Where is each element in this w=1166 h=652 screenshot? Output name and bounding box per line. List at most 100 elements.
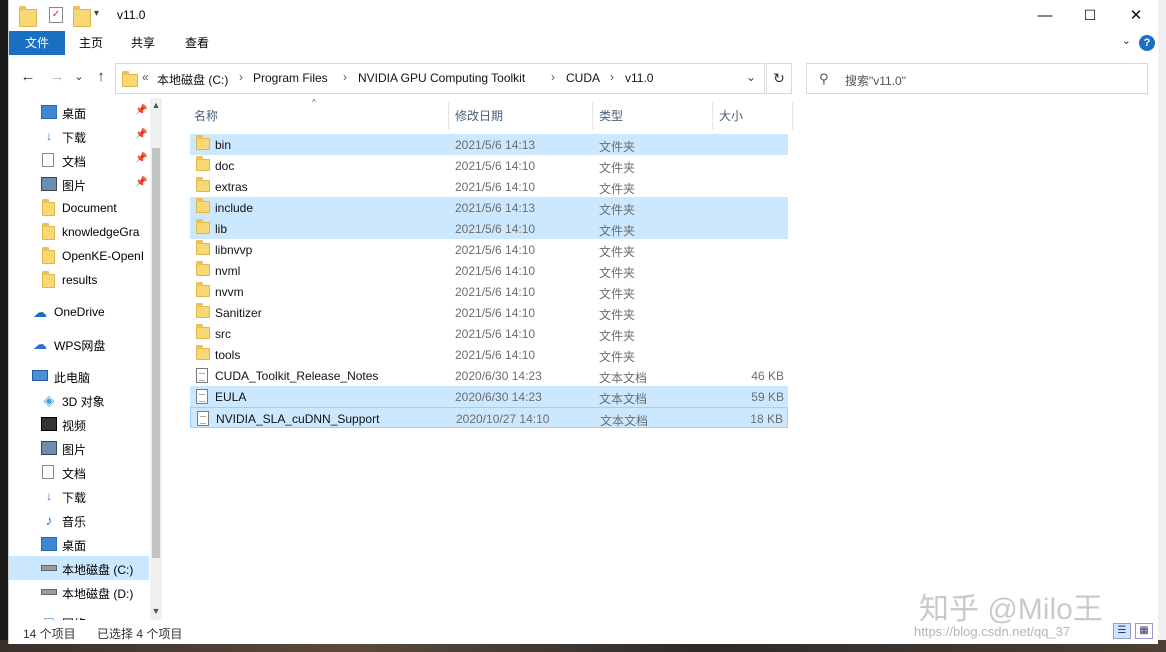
customize-toolbar-icon[interactable]: ▾	[94, 8, 112, 26]
chevron-right-icon[interactable]: ›	[239, 70, 243, 84]
tab-view[interactable]: 查看	[171, 31, 223, 55]
sidebar-item-onedrive[interactable]: ☁ OneDrive	[9, 300, 149, 324]
search-box[interactable]: ⚲ 搜索"v11.0"	[806, 63, 1148, 94]
table-row[interactable]: EULA 2020/6/30 14:23 文本文档 59 KB	[190, 386, 788, 407]
sidebar-item-3d-objects[interactable]: ◈ 3D 对象	[9, 388, 149, 412]
sidebar-item-pictures-pc[interactable]: 图片	[9, 436, 149, 460]
properties-icon[interactable]: ✓	[49, 7, 63, 23]
sidebar-item-videos[interactable]: 视频	[9, 412, 149, 436]
folder-icon	[19, 6, 37, 27]
table-row[interactable]: tools 2021/5/6 14:10 文件夹	[190, 344, 788, 365]
minimize-button[interactable]: —	[1022, 0, 1068, 31]
file-name: NVIDIA_SLA_cuDNN_Support	[216, 412, 380, 426]
table-row[interactable]: src 2021/5/6 14:10 文件夹	[190, 323, 788, 344]
folder-icon	[42, 223, 55, 240]
details-view-icon[interactable]: ☰	[1113, 623, 1131, 639]
folder-icon	[196, 198, 210, 213]
drive-icon	[41, 565, 57, 571]
table-row[interactable]: NVIDIA_SLA_cuDNN_Support 2020/10/27 14:10…	[190, 407, 788, 428]
pin-icon[interactable]: 📌	[135, 153, 147, 164]
sidebar-item-wps-cloud[interactable]: ☁ WPS网盘	[9, 332, 149, 356]
sidebar-item-network[interactable]: ▣ 网络	[9, 610, 149, 620]
sidebar-item-desktop[interactable]: 桌面 📌	[9, 100, 149, 124]
tab-file[interactable]: 文件	[9, 31, 65, 55]
column-divider[interactable]	[448, 102, 449, 130]
sidebar-item-downloads-pc[interactable]: ↓ 下载	[9, 484, 149, 508]
pin-icon[interactable]: 📌	[135, 177, 147, 188]
scroll-up-icon[interactable]: ▲	[151, 100, 161, 110]
sidebar-item-document-folder[interactable]: Document	[9, 196, 149, 220]
column-divider[interactable]	[712, 102, 713, 130]
watermark-url: https://blog.csdn.net/qq_37	[914, 624, 1071, 639]
address-bar[interactable]: « 本地磁盘 (C:) › Program Files › NVIDIA GPU…	[115, 63, 765, 94]
column-header-size[interactable]: 大小	[719, 104, 743, 128]
sidebar-item-this-pc[interactable]: 此电脑	[9, 364, 149, 388]
sidebar-item-knowledgegra[interactable]: knowledgeGra	[9, 220, 149, 244]
table-row[interactable]: extras 2021/5/6 14:10 文件夹	[190, 176, 788, 197]
sidebar-item-openke[interactable]: OpenKE-OpenI	[9, 244, 149, 268]
file-name: libnvvp	[215, 243, 253, 257]
table-row[interactable]: CUDA_Toolkit_Release_Notes 2020/6/30 14:2…	[190, 365, 788, 386]
forward-button[interactable]: →	[47, 67, 67, 87]
text-file-icon	[197, 411, 209, 426]
chevron-right-icon[interactable]: ›	[343, 70, 347, 84]
column-header-type[interactable]: 类型	[599, 104, 623, 128]
help-icon[interactable]: ?	[1139, 35, 1155, 51]
new-folder-icon[interactable]	[73, 6, 91, 27]
breadcrumb-program-files[interactable]: Program Files	[253, 71, 328, 85]
chevron-right-icon[interactable]: ›	[610, 70, 614, 84]
pictures-icon	[41, 177, 57, 191]
expand-ribbon-icon[interactable]: ⌄	[1122, 34, 1131, 47]
breadcrumb-overflow[interactable]: «	[142, 70, 149, 84]
scroll-down-icon[interactable]: ▼	[151, 606, 161, 616]
table-row[interactable]: libnvvp 2021/5/6 14:10 文件夹	[190, 239, 788, 260]
address-dropdown-icon[interactable]: ⌄	[746, 70, 756, 84]
table-row[interactable]: lib 2021/5/6 14:10 文件夹	[190, 218, 788, 239]
sidebar-item-d-drive[interactable]: 本地磁盘 (D:)	[9, 580, 149, 604]
sidebar-item-c-drive[interactable]: 本地磁盘 (C:)	[9, 556, 149, 580]
recent-locations-button[interactable]: ⌄	[69, 67, 89, 87]
pin-icon[interactable]: 📌	[135, 129, 147, 140]
table-row[interactable]: bin 2021/5/6 14:13 文件夹	[190, 134, 788, 155]
column-divider[interactable]	[592, 102, 593, 130]
chevron-right-icon[interactable]: ›	[551, 70, 555, 84]
navigation-bar: ← → ⌄ ↑ « 本地磁盘 (C:) › Program Files › NV…	[9, 58, 1158, 98]
breadcrumb-cuda[interactable]: CUDA	[566, 71, 600, 85]
sidebar-item-pictures[interactable]: 图片 📌	[9, 172, 149, 196]
table-row[interactable]: nvvm 2021/5/6 14:10 文件夹	[190, 281, 788, 302]
file-date: 2021/5/6 14:10	[455, 180, 536, 194]
table-row[interactable]: include 2021/5/6 14:13 文件夹	[190, 197, 788, 218]
sidebar-item-downloads[interactable]: ↓ 下载 📌	[9, 124, 149, 148]
pin-icon[interactable]: 📌	[135, 105, 147, 116]
file-name: Sanitizer	[215, 306, 262, 320]
column-divider[interactable]	[792, 102, 793, 130]
back-button[interactable]: ←	[18, 67, 38, 87]
music-icon: ♪	[45, 512, 53, 528]
refresh-button[interactable]: ↻	[766, 63, 792, 94]
sidebar-item-music[interactable]: ♪ 音乐	[9, 508, 149, 532]
large-icons-view-icon[interactable]: ▦	[1135, 623, 1153, 639]
file-size: 18 KB	[750, 412, 783, 426]
table-row[interactable]: Sanitizer 2021/5/6 14:10 文件夹	[190, 302, 788, 323]
close-button[interactable]: ✕	[1113, 0, 1158, 31]
breadcrumb-nvidia-toolkit[interactable]: NVIDIA GPU Computing Toolkit	[358, 71, 525, 85]
sidebar-item-label: 下载	[62, 491, 87, 505]
sidebar-scrollbar[interactable]: ▲ ▼	[150, 98, 162, 620]
maximize-button[interactable]: ☐	[1067, 0, 1113, 31]
column-header-date[interactable]: 修改日期	[455, 104, 503, 128]
table-row[interactable]: doc 2021/5/6 14:10 文件夹	[190, 155, 788, 176]
file-name: include	[215, 201, 254, 215]
scrollbar-thumb[interactable]	[152, 148, 160, 558]
tab-share[interactable]: 共享	[117, 31, 169, 55]
tab-home[interactable]: 主页	[65, 31, 117, 55]
sidebar-item-documents-pc[interactable]: 文档	[9, 460, 149, 484]
table-row[interactable]: nvml 2021/5/6 14:10 文件夹	[190, 260, 788, 281]
sidebar-item-desktop-pc[interactable]: 桌面	[9, 532, 149, 556]
sidebar-item-results[interactable]: results	[9, 268, 149, 292]
sidebar-item-documents[interactable]: 文档 📌	[9, 148, 149, 172]
column-header-name[interactable]: 名称	[194, 104, 218, 128]
file-type: 文件夹	[599, 287, 636, 301]
breadcrumb-c-drive[interactable]: 本地磁盘 (C:)	[157, 71, 228, 88]
breadcrumb-v11[interactable]: v11.0	[625, 71, 653, 85]
up-button[interactable]: ↑	[91, 67, 111, 87]
